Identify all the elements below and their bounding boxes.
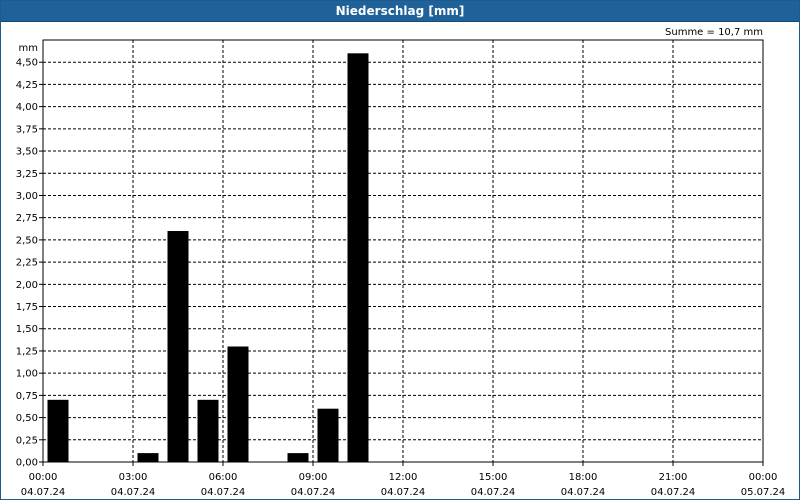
bar [47,399,69,462]
y-tick-label: 1,25 [16,346,38,357]
y-tick-label: 3,00 [16,191,38,202]
x-tick-date: 04.07.24 [201,487,246,498]
y-axis-label: mm [19,43,38,54]
y-tick-label: 1,50 [16,324,38,335]
x-tick-date: 05.07.24 [741,487,786,498]
y-tick-label: 4,50 [16,58,38,69]
bar [287,453,309,462]
x-tick-date: 04.07.24 [381,487,426,498]
x-tick-time: 03:00 [119,472,148,483]
x-tick-time: 00:00 [749,472,778,483]
x-tick-time: 18:00 [569,472,598,483]
x-tick-date: 04.07.24 [471,487,516,498]
y-tick-label: 0,50 [16,413,38,424]
x-tick-date: 04.07.24 [651,487,696,498]
y-tick-label: 1,75 [16,302,38,313]
chart-window: Niederschlag [mm] Summe = 10,7 mm 0,00 0,… [0,0,800,500]
x-tick-time: 21:00 [659,472,688,483]
y-tick-label: 2,75 [16,213,38,224]
x-tick-date: 04.07.24 [111,487,156,498]
y-tick-label: 1,00 [16,369,38,380]
y-tick-label: 4,25 [16,80,38,91]
y-tick-label: 2,00 [16,280,38,291]
y-tick-label: 3,50 [16,147,38,158]
y-tick-label: 3,25 [16,169,38,180]
x-tick-time: 15:00 [479,472,508,483]
precipitation-chart: 0,00 0,25 0,50 0,75 1,00 1,25 1,50 1,75 2,00 2,25… [16,39,786,498]
x-tick-date: 04.07.24 [291,487,336,498]
y-tick-label: 0,00 [16,458,38,469]
bar [137,453,159,462]
x-tick-time: 12:00 [389,472,418,483]
y-tick-label: 0,25 [16,435,38,446]
x-tick-date: 04.07.24 [561,487,606,498]
y-tick-label: 2,50 [16,235,38,246]
x-tick-time: 06:00 [209,472,238,483]
y-tick-label: 3,75 [16,124,38,135]
bar [347,53,369,462]
x-tick-time: 09:00 [299,472,328,483]
y-tick-label: 4,00 [16,102,38,113]
y-tick-label: 2,25 [16,258,38,269]
bar [197,399,219,462]
y-tick-label: 0,75 [16,391,38,402]
x-tick-time: 00:00 [29,472,58,483]
bar [317,408,339,462]
bar [227,346,249,462]
bar [167,231,189,462]
x-tick-date: 04.07.24 [21,487,66,498]
